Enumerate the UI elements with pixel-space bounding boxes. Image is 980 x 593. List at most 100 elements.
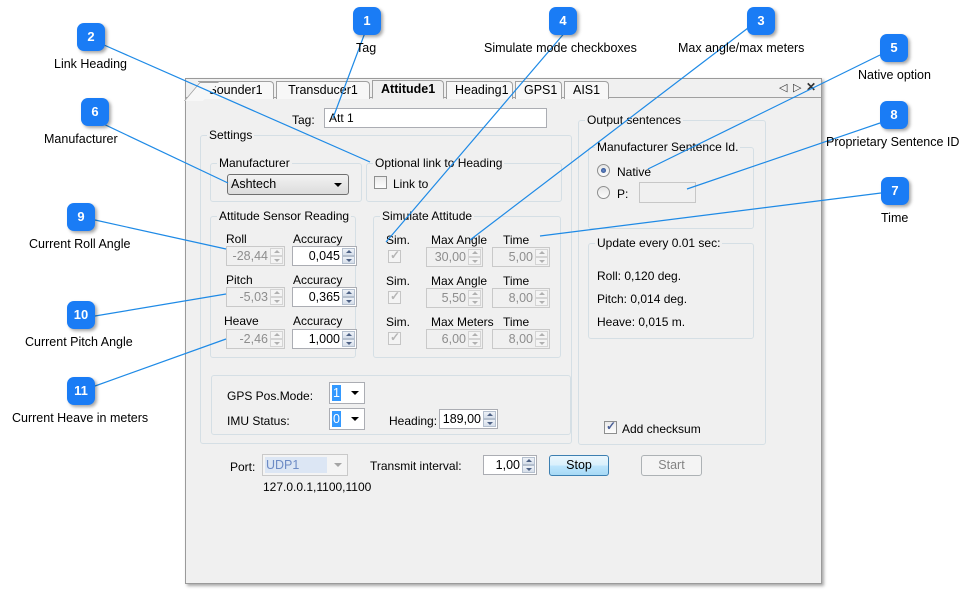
pitch-label: Pitch <box>226 273 253 287</box>
spin-down-icon[interactable] <box>522 465 535 473</box>
tab-gps1[interactable]: GPS1 <box>515 81 562 99</box>
heave-label: Heave <box>224 314 259 328</box>
pitch-accuracy-label: Accuracy <box>293 273 343 287</box>
spin-down-icon <box>535 298 548 306</box>
callout-badge-1: 1 <box>353 7 381 35</box>
spin-up-icon[interactable] <box>522 457 535 465</box>
spin-up-icon[interactable] <box>342 331 355 339</box>
tag-input[interactable]: Att 1 <box>324 108 547 128</box>
pitch-value: -5,03 <box>239 290 269 304</box>
link-to-checkbox[interactable] <box>374 176 387 189</box>
transmit-interval-spinner[interactable]: 1,00 <box>483 455 537 475</box>
pitch-value-spinner: -5,03 <box>226 287 285 307</box>
simulate-attitude-title: Simulate Attitude <box>382 209 473 223</box>
callout-badge-9: 9 <box>67 203 95 231</box>
port-select[interactable]: UDP1 <box>262 454 348 476</box>
spin-down-icon[interactable] <box>342 256 355 264</box>
imu-status-select[interactable]: 0 <box>329 408 365 430</box>
proprietary-radio[interactable] <box>597 186 610 199</box>
tab-scroll-left-icon[interactable]: ◁ <box>779 81 787 94</box>
heading-value: 189,00 <box>442 412 481 426</box>
chevron-down-icon <box>351 417 359 421</box>
tab-heading1[interactable]: Heading1 <box>446 81 513 99</box>
native-radio[interactable] <box>597 164 610 177</box>
gps-pos-mode-select[interactable]: 1 <box>329 382 365 404</box>
spin-up-icon[interactable] <box>342 248 355 256</box>
pitch-accuracy-spinner[interactable]: 0,365 <box>292 287 357 307</box>
callout-badge-10: 10 <box>67 301 95 329</box>
callout-label-5: Native option <box>858 68 931 82</box>
spin-down-icon[interactable] <box>342 297 355 305</box>
sim-label: Sim. <box>386 233 410 247</box>
port-address: 127.0.0.1,1100,1100 <box>263 480 372 494</box>
callout-badge-2: 2 <box>77 23 105 51</box>
callout-badge-4: 4 <box>549 7 577 35</box>
sim-label: Sim. <box>386 315 410 329</box>
update-pitch: Pitch: 0,014 deg. <box>597 292 688 306</box>
max-label: Max Meters <box>431 315 494 329</box>
heave-accuracy-spinner[interactable]: 1,000 <box>292 329 357 349</box>
time-label: Time <box>503 233 530 247</box>
proprietary-label: P: <box>617 187 629 201</box>
output-sentences-title: Output sentences <box>587 113 682 127</box>
roll-max-angle-value: 30,00 <box>434 250 466 264</box>
spin-down-icon <box>535 339 548 347</box>
callout-label-6: Manufacturer <box>44 132 118 146</box>
spin-down-icon <box>270 297 283 305</box>
spin-down-icon <box>270 339 283 347</box>
tab-attitude1[interactable]: Attitude1 <box>372 80 444 99</box>
tab-ais1[interactable]: AIS1 <box>564 81 609 99</box>
roll-max-angle-spinner: 30,00 <box>426 247 483 267</box>
manufacturer-title: Manufacturer <box>219 156 290 170</box>
heave-accuracy-label: Accuracy <box>293 314 343 328</box>
roll-accuracy-label: Accuracy <box>293 232 343 246</box>
sim-roll-checkbox[interactable] <box>388 248 401 263</box>
gps-pos-mode-value: 1 <box>332 385 341 401</box>
tab-strip: Sounder1 Transducer1 Attitude1 Heading1 … <box>186 79 821 99</box>
link-heading-title: Optional link to Heading <box>375 156 503 170</box>
sim-pitch-checkbox[interactable] <box>388 289 401 304</box>
spin-up-icon[interactable] <box>483 411 496 419</box>
update-heave: Heave: 0,015 m. <box>597 315 686 329</box>
sim-heave-checkbox[interactable] <box>388 330 401 345</box>
spin-down-icon[interactable] <box>483 419 496 427</box>
pitch-time-value: 8,00 <box>508 291 533 305</box>
port-value: UDP1 <box>265 457 327 473</box>
port-label: Port: <box>230 460 256 474</box>
tab-transducer1[interactable]: Transducer1 <box>276 81 370 99</box>
callout-badge-8: 8 <box>880 101 908 129</box>
heave-time-spinner: 8,00 <box>492 329 550 349</box>
callout-label-10: Current Pitch Angle <box>25 335 133 349</box>
callout-badge-3: 3 <box>747 7 775 35</box>
heave-max-meters-spinner: 6,00 <box>426 329 483 349</box>
heading-spinner[interactable]: 189,00 <box>439 409 498 429</box>
close-tab-icon[interactable]: ✕ <box>806 80 816 94</box>
callout-label-9: Current Roll Angle <box>29 237 131 251</box>
native-label: Native <box>617 165 652 179</box>
pitch-time-spinner: 8,00 <box>492 288 550 308</box>
roll-time-spinner: 5,00 <box>492 247 550 267</box>
attitude-config-window: Sounder1 Transducer1 Attitude1 Heading1 … <box>185 78 822 584</box>
update-title: Update every 0.01 sec: <box>597 236 721 250</box>
add-checksum-checkbox[interactable] <box>604 419 617 434</box>
stop-button[interactable]: Stop <box>549 455 609 476</box>
transmit-interval-value: 1,00 <box>495 458 520 472</box>
tab-sounder1[interactable]: Sounder1 <box>198 81 274 99</box>
sensor-reading-title: Attitude Sensor Reading <box>219 209 350 223</box>
proprietary-id-input[interactable] <box>639 182 696 203</box>
add-checksum-label: Add checksum <box>622 422 701 436</box>
tag-label: Tag: <box>292 113 315 127</box>
callout-label-2: Link Heading <box>54 57 127 71</box>
tab-scroll-right-icon[interactable]: ▷ <box>793 81 801 94</box>
spin-up-icon <box>535 290 548 298</box>
sim-label: Sim. <box>386 274 410 288</box>
heading-label: Heading: <box>389 414 438 428</box>
spin-down-icon <box>270 256 283 264</box>
roll-accuracy-spinner[interactable]: 0,045 <box>292 246 357 266</box>
start-button[interactable]: Start <box>641 455 702 476</box>
spin-down-icon[interactable] <box>342 339 355 347</box>
manufacturer-select[interactable]: Ashtech <box>227 174 349 195</box>
spin-up-icon[interactable] <box>342 289 355 297</box>
time-label: Time <box>503 274 530 288</box>
pitch-accuracy-value: 0,365 <box>308 290 340 304</box>
